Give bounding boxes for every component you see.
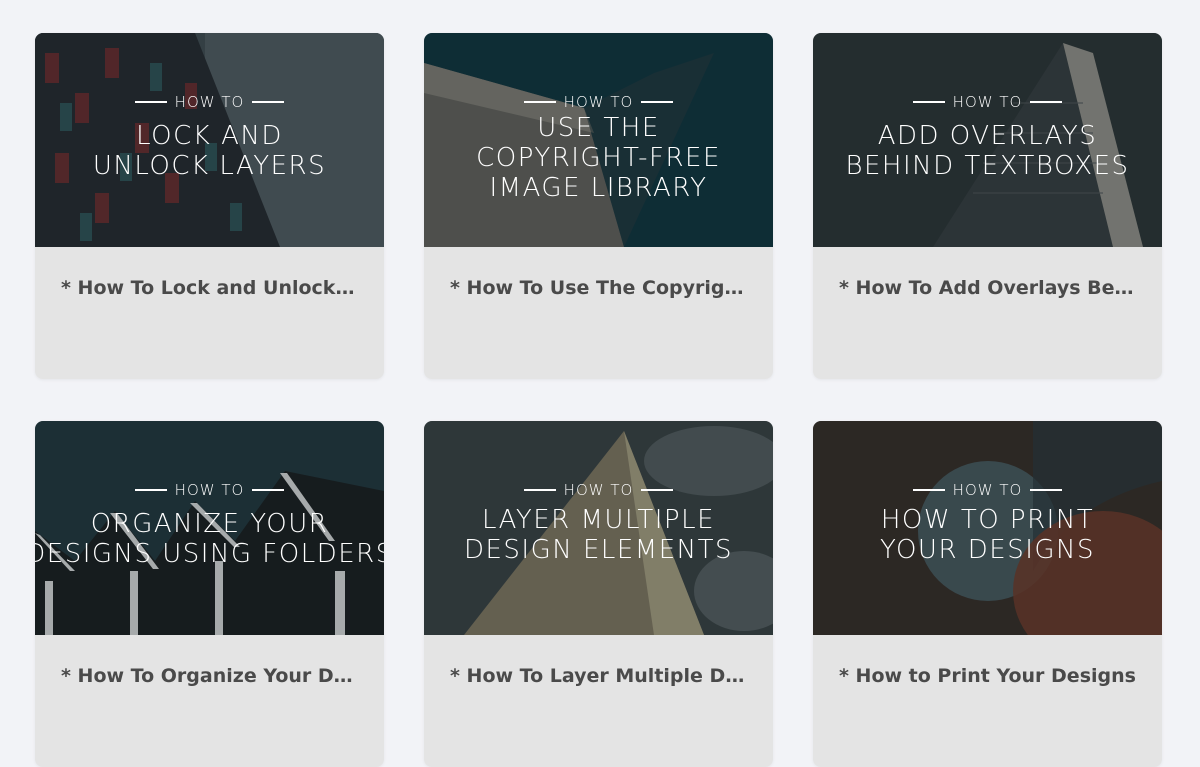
thumbnail-headline: LAYER MULTIPLE DESIGN ELEMENTS [463, 505, 734, 565]
thumbnail-title-overlay: HOW TO ADD OVERLAYS BEHIND TEXTBOXES [813, 93, 1162, 181]
tutorial-card-copyright-free-images[interactable]: HOW TO USE THE COPYRIGHT-FREE IMAGE LIBR… [424, 33, 773, 379]
dash-left [523, 489, 556, 491]
thumbnail-headline: HOW TO PRINT YOUR DESIGNS [879, 505, 1095, 565]
thumbnail-title-overlay: HOW TO USE THE COPYRIGHT-FREE IMAGE LIBR… [424, 93, 773, 203]
kicker-text: HOW TO [952, 93, 1023, 111]
card-caption[interactable]: * How To Use The Copyrigh... [424, 247, 773, 379]
thumbnail-headline: ORGANIZE YOUR DESIGNS USING FOLDERS [35, 509, 384, 569]
tutorial-thumbnail[interactable]: HOW TO ORGANIZE YOUR DESIGNS USING FOLDE… [35, 421, 384, 635]
dash-right [252, 101, 285, 103]
thumbnail-title-overlay: HOW TO HOW TO PRINT YOUR DESIGNS [813, 481, 1162, 565]
how-to-kicker: HOW TO [813, 481, 1162, 499]
tutorial-grid: HOW TO LOCK AND UNLOCK LAYERS * How To L… [0, 0, 1200, 767]
tutorial-card-layer-multiple-elements[interactable]: HOW TO LAYER MULTIPLE DESIGN ELEMENTS * … [424, 421, 773, 767]
tutorial-thumbnail[interactable]: HOW TO ADD OVERLAYS BEHIND TEXTBOXES [813, 33, 1162, 247]
dash-left [134, 489, 167, 491]
how-to-kicker: HOW TO [813, 93, 1162, 111]
how-to-kicker: HOW TO [35, 93, 384, 111]
thumbnail-headline: LOCK AND UNLOCK LAYERS [92, 121, 327, 181]
kicker-text: HOW TO [563, 481, 634, 499]
how-to-kicker: HOW TO [424, 481, 773, 499]
dash-left [912, 101, 945, 103]
dash-left [912, 489, 945, 491]
thumbnail-title-overlay: HOW TO ORGANIZE YOUR DESIGNS USING FOLDE… [35, 481, 384, 569]
card-caption[interactable]: * How To Organize Your De... [35, 635, 384, 767]
tutorial-card-organize-designs-folders[interactable]: HOW TO ORGANIZE YOUR DESIGNS USING FOLDE… [35, 421, 384, 767]
dash-right [1030, 489, 1063, 491]
card-title-link[interactable]: * How to Print Your Designs [839, 665, 1136, 687]
tutorial-thumbnail[interactable]: HOW TO LOCK AND UNLOCK LAYERS [35, 33, 384, 247]
thumbnail-headline: ADD OVERLAYS BEHIND TEXTBOXES [845, 121, 1130, 181]
tutorial-thumbnail[interactable]: HOW TO LAYER MULTIPLE DESIGN ELEMENTS [424, 421, 773, 635]
thumbnail-title-overlay: HOW TO LOCK AND UNLOCK LAYERS [35, 93, 384, 181]
dash-left [523, 101, 556, 103]
tutorial-thumbnail[interactable]: HOW TO USE THE COPYRIGHT-FREE IMAGE LIBR… [424, 33, 773, 247]
tutorial-card-print-designs[interactable]: HOW TO HOW TO PRINT YOUR DESIGNS * How t… [813, 421, 1162, 767]
dash-right [252, 489, 285, 491]
tutorial-card-overlays-behind-textboxes[interactable]: HOW TO ADD OVERLAYS BEHIND TEXTBOXES * H… [813, 33, 1162, 379]
dash-right [641, 489, 674, 491]
card-caption[interactable]: * How To Lock and Unlock ... [35, 247, 384, 379]
dash-right [1030, 101, 1063, 103]
how-to-kicker: HOW TO [35, 481, 384, 499]
kicker-text: HOW TO [174, 481, 245, 499]
card-title-link[interactable]: * How To Add Overlays Be... [839, 277, 1136, 299]
dash-left [134, 101, 167, 103]
card-title-link[interactable]: * How To Layer Multiple De... [450, 665, 747, 687]
tutorial-thumbnail[interactable]: HOW TO HOW TO PRINT YOUR DESIGNS [813, 421, 1162, 635]
kicker-text: HOW TO [174, 93, 245, 111]
thumbnail-headline: USE THE COPYRIGHT-FREE IMAGE LIBRARY [476, 113, 721, 203]
thumbnail-title-overlay: HOW TO LAYER MULTIPLE DESIGN ELEMENTS [424, 481, 773, 565]
card-caption[interactable]: * How To Add Overlays Be... [813, 247, 1162, 379]
card-title-link[interactable]: * How To Lock and Unlock ... [61, 277, 358, 299]
dash-right [641, 101, 674, 103]
kicker-text: HOW TO [952, 481, 1023, 499]
how-to-kicker: HOW TO [424, 93, 773, 111]
card-title-link[interactable]: * How To Use The Copyrigh... [450, 277, 747, 299]
card-title-link[interactable]: * How To Organize Your De... [61, 665, 358, 687]
tutorial-card-lock-unlock-layers[interactable]: HOW TO LOCK AND UNLOCK LAYERS * How To L… [35, 33, 384, 379]
kicker-text: HOW TO [563, 93, 634, 111]
card-caption[interactable]: * How to Print Your Designs [813, 635, 1162, 767]
card-caption[interactable]: * How To Layer Multiple De... [424, 635, 773, 767]
